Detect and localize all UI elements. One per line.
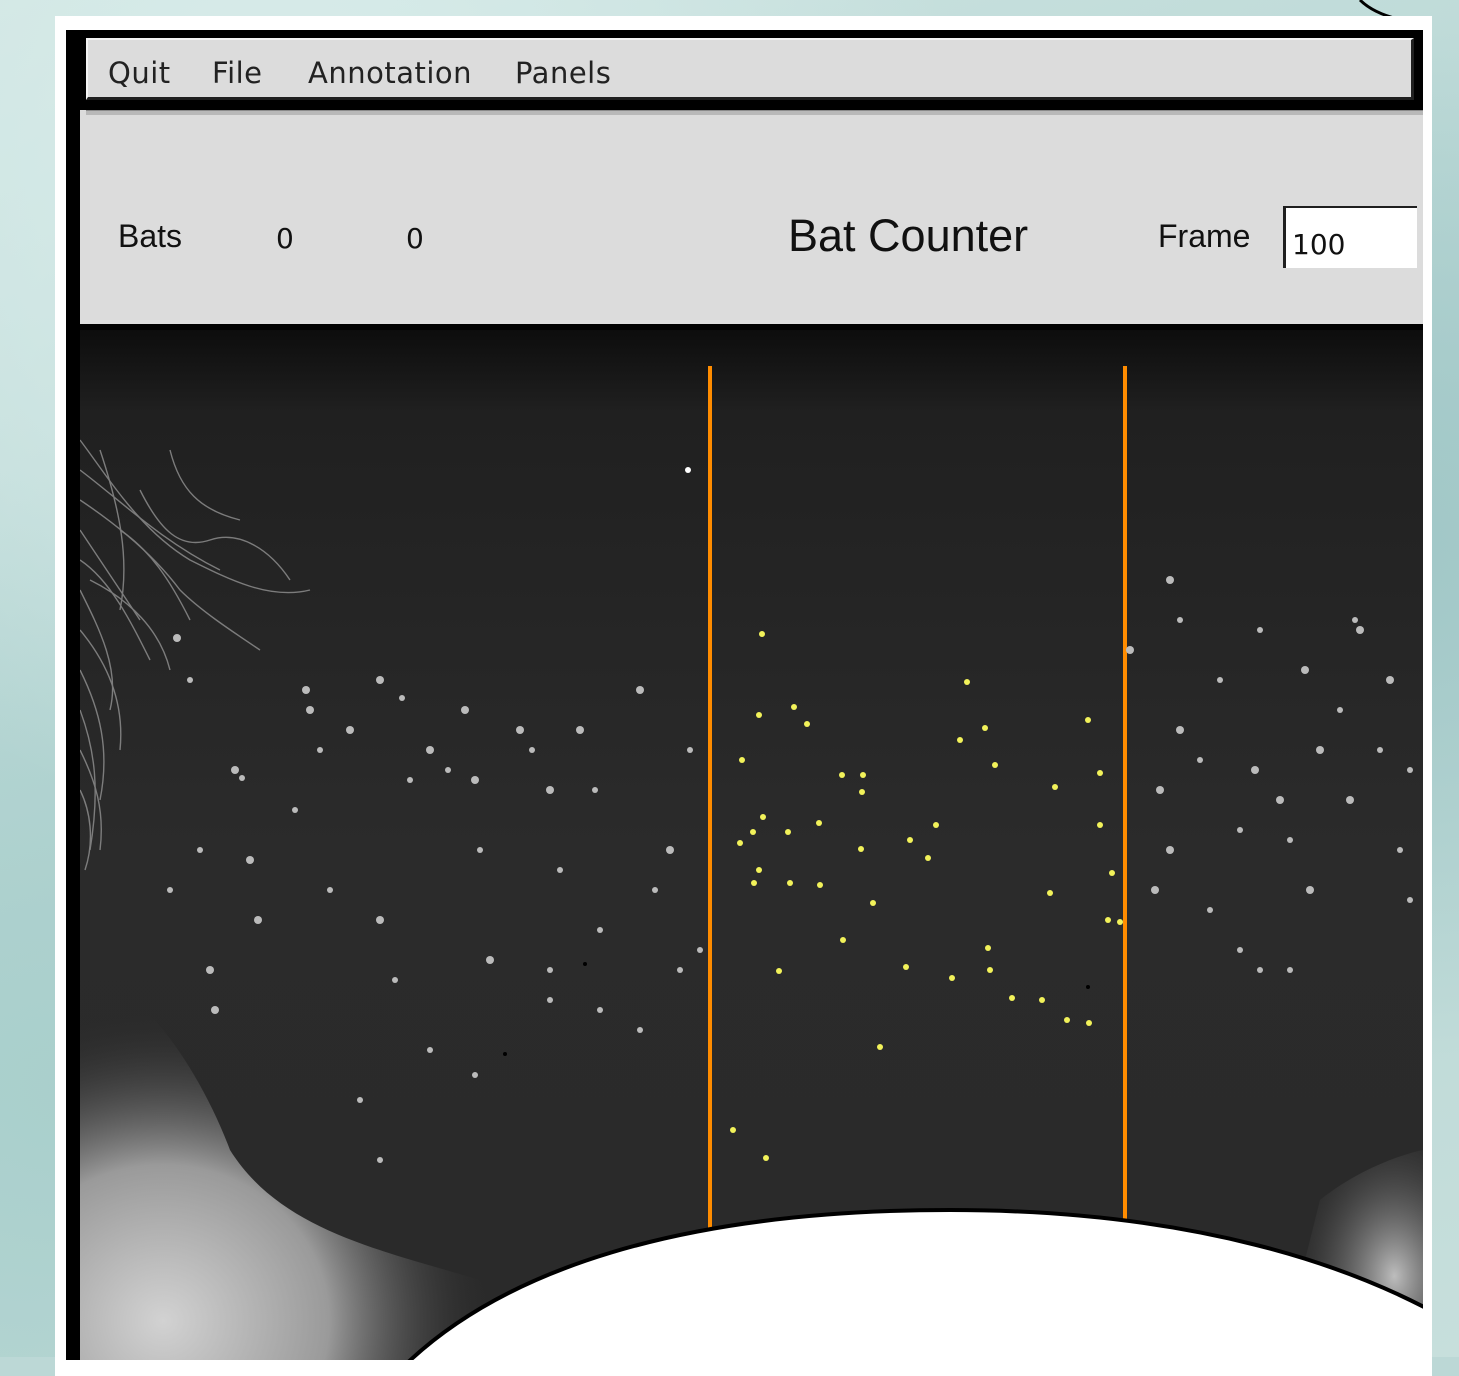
menu-quit[interactable]: Quit [108, 56, 171, 90]
menu-panels[interactable]: Panels [515, 56, 611, 90]
menu-file[interactable]: File [212, 56, 263, 90]
bright-speck [685, 467, 691, 473]
control-panel: Bats 0 0 Bat Counter Frame [80, 110, 1423, 324]
app-title: Bat Counter [788, 210, 1029, 261]
video-frame-view[interactable] [79, 330, 1423, 1360]
menu-annotation[interactable]: Annotation [308, 56, 472, 90]
frame-number-input[interactable] [1283, 206, 1417, 268]
thermal-video-image [79, 330, 1423, 1360]
dark-speck [503, 1052, 507, 1056]
bat-count-left: 0 [276, 222, 294, 255]
menu-bar: Quit File Annotation Panels [86, 38, 1414, 100]
panel-divider [86, 110, 1423, 115]
bats-label: Bats [118, 218, 183, 254]
frame-label: Frame [1158, 218, 1251, 254]
bat-count-right: 0 [406, 222, 424, 255]
dark-speck [583, 962, 587, 966]
dark-speck [1086, 985, 1090, 989]
bat-counter-window: Quit File Annotation Panels Bats 0 0 Bat… [66, 30, 1423, 1360]
